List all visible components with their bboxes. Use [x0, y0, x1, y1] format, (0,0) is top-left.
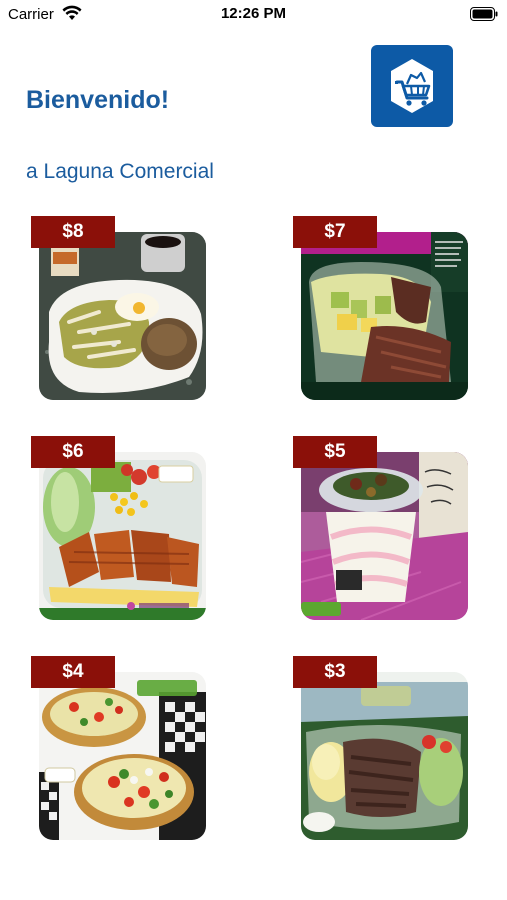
product-image-beef-salad — [301, 672, 468, 840]
price-tag: $6 — [31, 436, 115, 468]
status-bar: Carrier 12:26 PM — [0, 0, 507, 28]
product-card[interactable]: $7 — [293, 216, 468, 401]
product-image-chilaquiles — [39, 232, 206, 400]
price-tag: $7 — [293, 216, 377, 248]
product-image-molletes — [39, 672, 206, 840]
product-card[interactable]: $5 — [293, 436, 468, 621]
product-card[interactable]: $4 — [31, 656, 206, 841]
shopping-cart-bag-icon — [371, 45, 453, 127]
product-image-salad-meat — [301, 232, 468, 400]
product-image-chicken-bowl — [39, 452, 206, 620]
price-tag: $4 — [31, 656, 115, 688]
price-tag: $3 — [293, 656, 377, 688]
battery-icon — [470, 7, 498, 21]
product-card[interactable]: $3 — [293, 656, 468, 841]
product-card[interactable]: $8 — [31, 216, 206, 401]
clock: 12:26 PM — [220, 5, 287, 22]
price-tag: $8 — [31, 216, 115, 248]
product-image-yogurt-cup — [301, 452, 468, 620]
price-tag: $5 — [293, 436, 377, 468]
store-subtitle: a Laguna Comercial — [26, 160, 214, 183]
product-card[interactable]: $6 — [31, 436, 206, 621]
welcome-title: Bienvenido! — [26, 86, 170, 114]
